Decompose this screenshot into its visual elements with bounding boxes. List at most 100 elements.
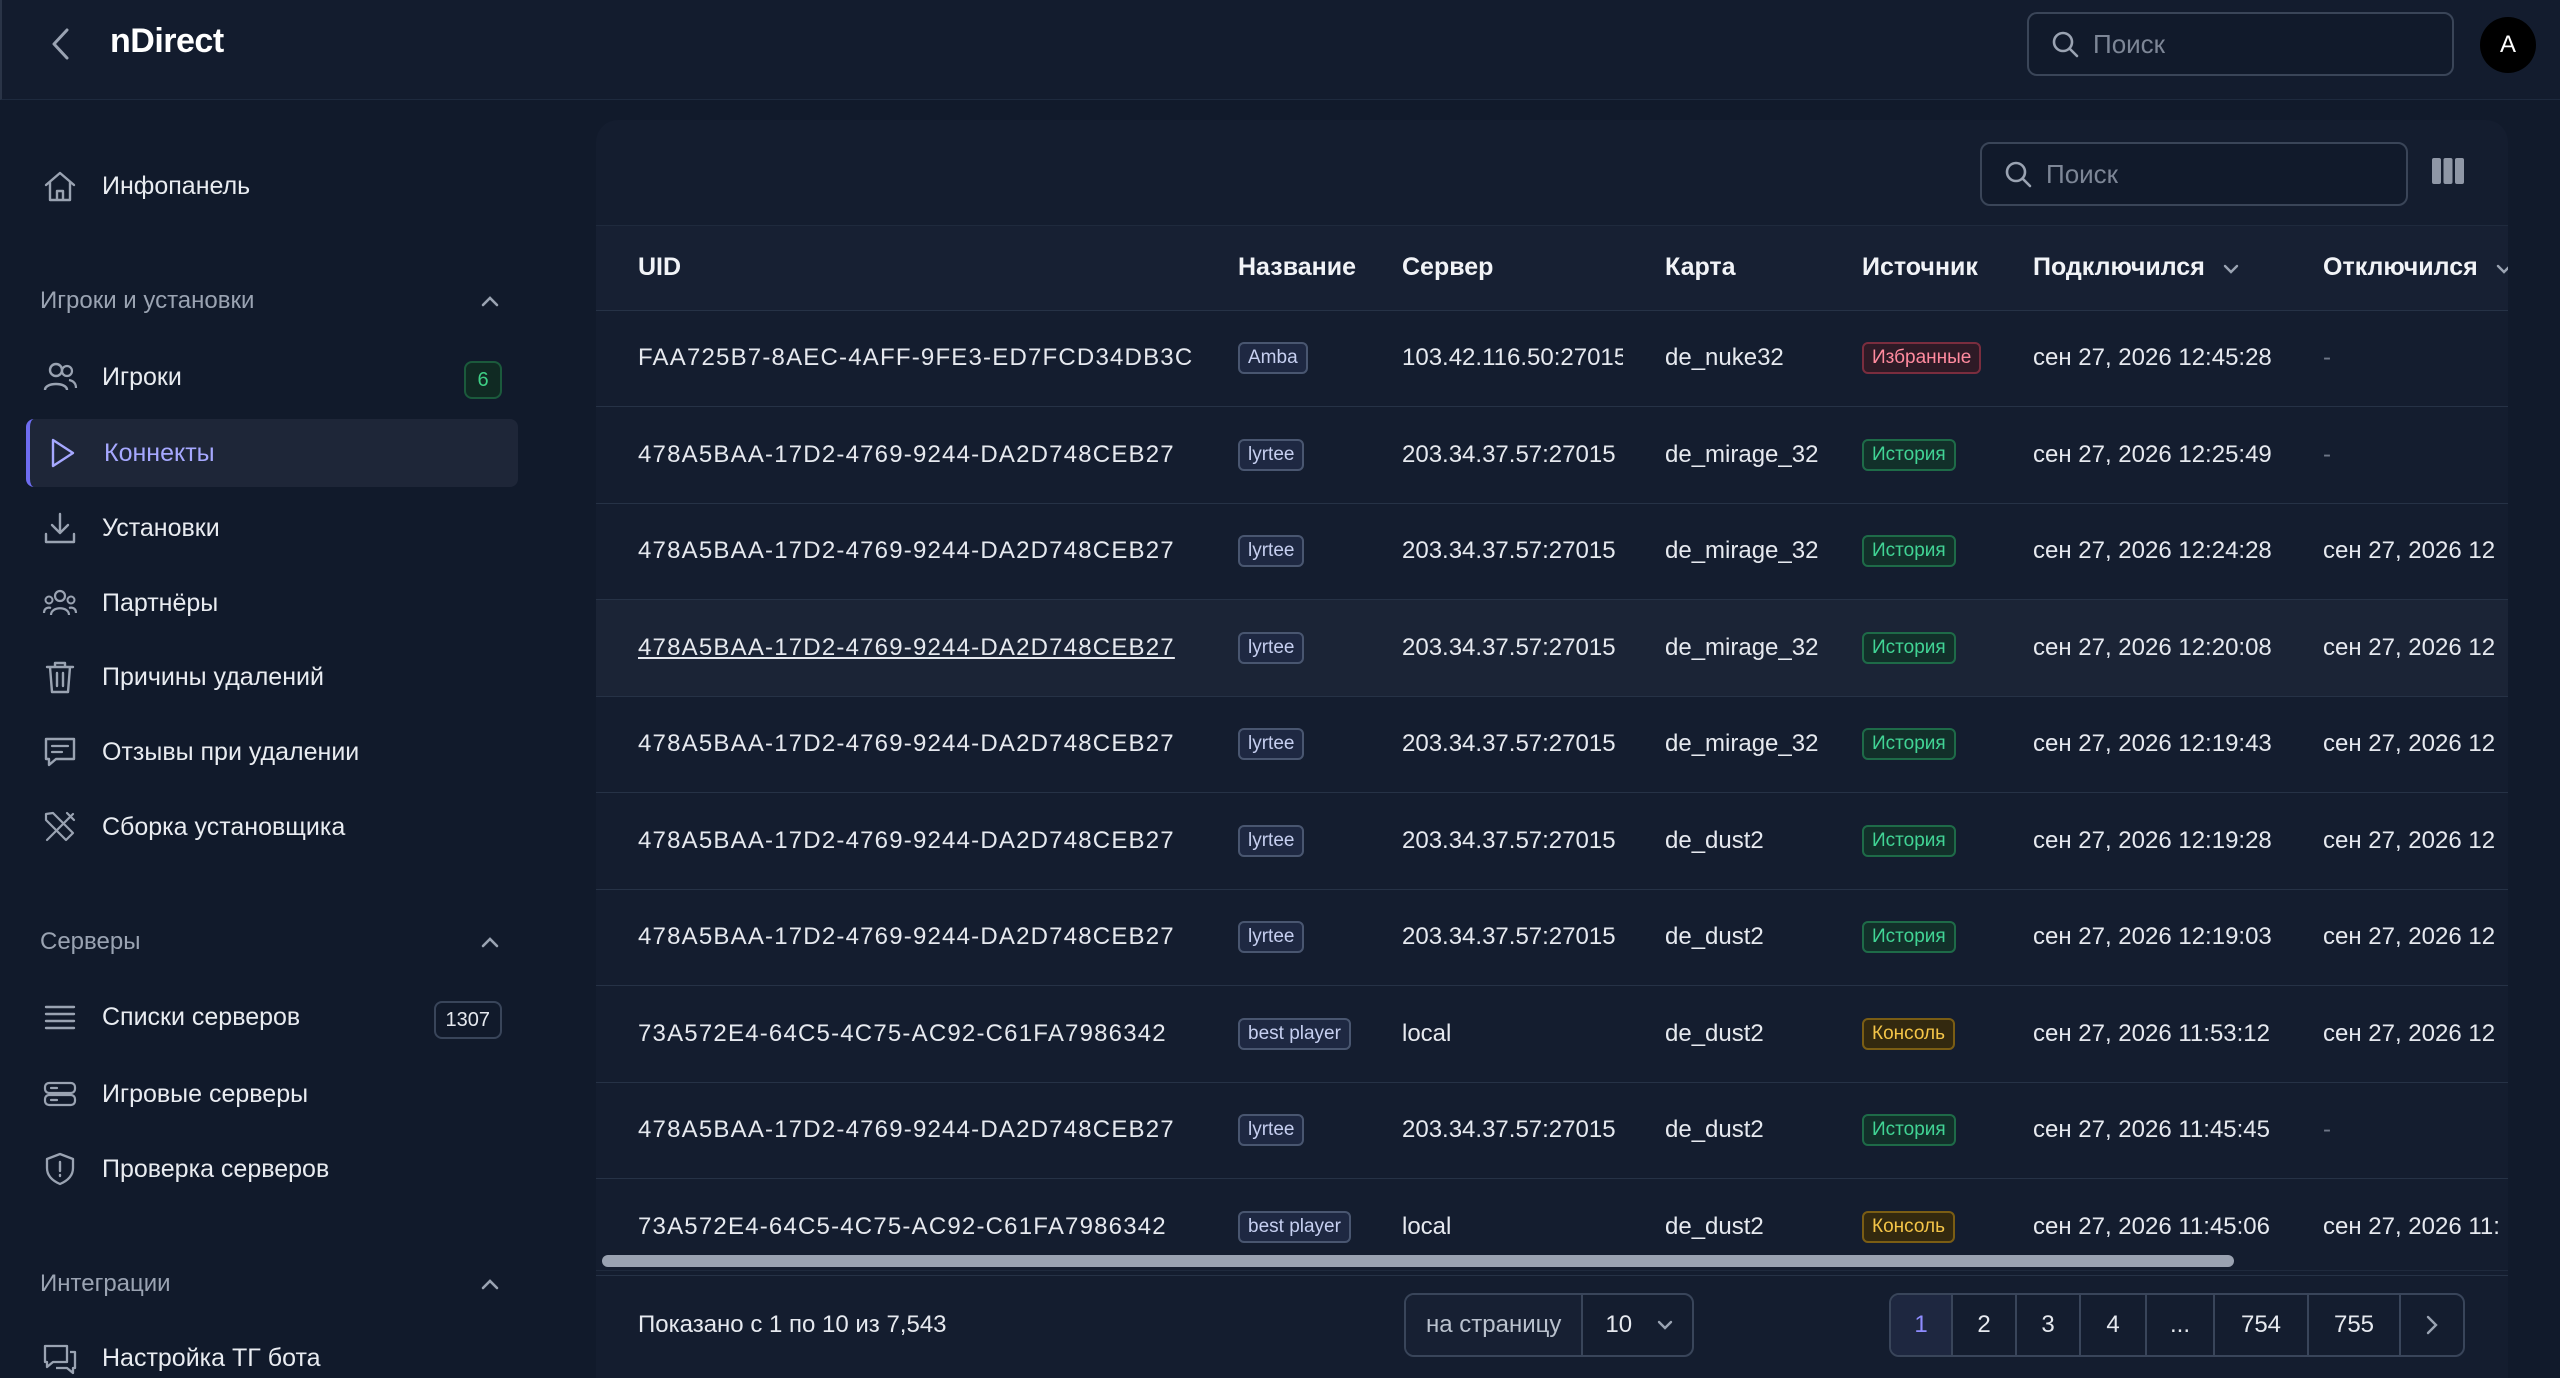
section-players-installs[interactable]: Игроки и установки bbox=[40, 281, 500, 321]
uid-text: 73A572E4-64C5-4C75-AC92-C61FA7986342 bbox=[638, 1019, 1167, 1047]
sidebar-item-partners[interactable]: Партнёры bbox=[28, 569, 518, 637]
column-header-uid[interactable]: UID bbox=[596, 226, 1196, 311]
uid-text: 73A572E4-64C5-4C75-AC92-C61FA7986342 bbox=[638, 1212, 1167, 1240]
app-title: nDirect bbox=[110, 22, 224, 60]
map-cell: de_mirage_32 bbox=[1623, 696, 1820, 793]
table-row[interactable]: 478A5BAA-17D2-4769-9244-DA2D748CEB27 lyrt… bbox=[596, 889, 2508, 986]
column-header-map[interactable]: Карта bbox=[1623, 226, 1820, 311]
column-header-connected[interactable]: Подключился bbox=[1991, 226, 2281, 311]
table-row[interactable]: 478A5BAA-17D2-4769-9244-DA2D748CEB27 lyrt… bbox=[596, 407, 2508, 504]
sidebar-item-delete-feedback[interactable]: Отзывы при удалении bbox=[28, 718, 518, 786]
source-badge: История bbox=[1862, 1114, 1956, 1147]
map-cell: de_dust2 bbox=[1623, 1082, 1820, 1179]
connects-table-card: UID Название Сервер Карта Источник Подкл… bbox=[596, 120, 2508, 1378]
map-text: de_mirage_32 bbox=[1665, 440, 1819, 468]
server-text: 203.34.37.57:27015 bbox=[1402, 537, 1616, 565]
disconnected-cell: - bbox=[2281, 310, 2508, 407]
per-page-select[interactable]: на страницу 10 bbox=[1404, 1293, 1694, 1357]
page-button-754[interactable]: 754 bbox=[2215, 1295, 2309, 1355]
play-icon bbox=[42, 433, 82, 473]
connected-cell: сен 27, 2026 11:53:12 bbox=[1991, 986, 2281, 1083]
per-page-value-box[interactable]: 10 bbox=[1583, 1295, 1692, 1355]
source-cell: История bbox=[1820, 503, 1991, 600]
player-name-tag: lyrtee bbox=[1238, 631, 1305, 664]
sidebar-item-server-check[interactable]: Проверка серверов bbox=[28, 1135, 518, 1203]
page-button-2[interactable]: 2 bbox=[1953, 1295, 2017, 1355]
disconnected-cell: - bbox=[2281, 407, 2508, 504]
table-row[interactable]: 478A5BAA-17D2-4769-9244-DA2D748CEB27 lyrt… bbox=[596, 696, 2508, 793]
uid-text: 478A5BAA-17D2-4769-9244-DA2D748CEB27 bbox=[638, 440, 1175, 468]
table-row[interactable]: 73A572E4-64C5-4C75-AC92-C61FA7986342 best… bbox=[596, 986, 2508, 1083]
server-text: 203.34.37.57:27015 bbox=[1402, 1116, 1616, 1144]
sidebar-item-label: Инфопанель bbox=[102, 171, 251, 200]
uid-text[interactable]: 478A5BAA-17D2-4769-9244-DA2D748CEB27 bbox=[638, 634, 1175, 661]
section-integrations[interactable]: Интеграции bbox=[40, 1264, 500, 1304]
column-header-source[interactable]: Источник bbox=[1820, 226, 1991, 311]
server-cell: 103.42.116.50:27015 bbox=[1360, 310, 1623, 407]
column-header-name[interactable]: Название bbox=[1196, 226, 1360, 311]
disconnected-cell: сен 27, 2026 12 bbox=[2281, 503, 2508, 600]
global-search[interactable] bbox=[2027, 12, 2454, 76]
table-row[interactable]: 478A5BAA-17D2-4769-9244-DA2D748CEB27 lyrt… bbox=[596, 1082, 2508, 1179]
back-button[interactable] bbox=[38, 22, 82, 66]
section-servers[interactable]: Серверы bbox=[40, 922, 500, 962]
server-text: 203.34.37.57:27015 bbox=[1402, 923, 1616, 951]
name-cell: lyrtee bbox=[1196, 503, 1360, 600]
map-text: de_nuke32 bbox=[1665, 344, 1784, 372]
connected-text: сен 27, 2026 11:45:06 bbox=[2033, 1212, 2270, 1240]
sidebar-item-tg-bot[interactable]: Настройка ТГ бота bbox=[28, 1324, 518, 1378]
table-row[interactable]: 478A5BAA-17D2-4769-9244-DA2D748CEB27 lyrt… bbox=[596, 793, 2508, 890]
server-icon bbox=[40, 1074, 80, 1114]
source-cell: Избранные bbox=[1820, 310, 1991, 407]
global-search-input[interactable] bbox=[2093, 28, 2413, 60]
table-search-input[interactable] bbox=[2046, 158, 2366, 190]
map-text: de_dust2 bbox=[1665, 923, 1764, 951]
page-button-4[interactable]: 4 bbox=[2081, 1295, 2147, 1355]
sidebar-item-installs[interactable]: Установки bbox=[28, 494, 518, 562]
disconnected-cell: сен 27, 2026 12 bbox=[2281, 986, 2508, 1083]
server-cell: 203.34.37.57:27015 bbox=[1360, 1082, 1623, 1179]
trash-icon bbox=[40, 657, 80, 697]
sidebar-item-server-lists[interactable]: Списки серверов 1307 bbox=[28, 983, 518, 1051]
table-row[interactable]: FAA725B7-8AEC-4AFF-9FE3-ED7FCD34DB3C Amba… bbox=[596, 310, 2508, 407]
column-header-disconnected[interactable]: Отключился bbox=[2281, 226, 2508, 311]
avatar[interactable]: A bbox=[2480, 17, 2536, 73]
server-text: 203.34.37.57:27015 bbox=[1402, 440, 1616, 468]
home-icon bbox=[40, 166, 80, 206]
uid-cell: FAA725B7-8AEC-4AFF-9FE3-ED7FCD34DB3C bbox=[596, 310, 1196, 407]
sidebar-item-delete-reasons[interactable]: Причины удалений bbox=[28, 643, 518, 711]
uid-cell: 478A5BAA-17D2-4769-9244-DA2D748CEB27 bbox=[596, 793, 1196, 890]
player-name-tag: lyrtee bbox=[1238, 535, 1305, 568]
page-button-3[interactable]: 3 bbox=[2017, 1295, 2081, 1355]
uid-text: 478A5BAA-17D2-4769-9244-DA2D748CEB27 bbox=[638, 537, 1175, 565]
count-badge: 1307 bbox=[433, 1001, 502, 1039]
chevron-up-icon bbox=[481, 1279, 499, 1290]
disconnected-text: сен 27, 2026 12 bbox=[2323, 730, 2496, 758]
page-button-1[interactable]: 1 bbox=[1891, 1295, 1953, 1355]
columns-icon[interactable] bbox=[2430, 156, 2466, 186]
table-search[interactable] bbox=[1980, 142, 2408, 206]
connected-cell: сен 27, 2026 12:24:28 bbox=[1991, 503, 2281, 600]
sidebar-item-players[interactable]: Игроки 6 bbox=[28, 343, 518, 411]
name-cell: lyrtee bbox=[1196, 889, 1360, 986]
map-text: de_mirage_32 bbox=[1665, 537, 1819, 565]
column-header-label: Подключился bbox=[2033, 253, 2205, 282]
table-row[interactable]: 478A5BAA-17D2-4769-9244-DA2D748CEB27 lyrt… bbox=[596, 503, 2508, 600]
map-text: de_dust2 bbox=[1665, 1212, 1764, 1240]
chevron-left-icon bbox=[52, 28, 69, 60]
server-text: local bbox=[1402, 1019, 1452, 1047]
table-row[interactable]: 478A5BAA-17D2-4769-9244-DA2D748CEB27 lyrt… bbox=[596, 599, 2508, 697]
sidebar-item-dashboard[interactable]: Инфопанель bbox=[28, 152, 518, 220]
disconnected-cell: сен 27, 2026 12 bbox=[2281, 600, 2508, 697]
connects-table: UID Название Сервер Карта Источник Подкл… bbox=[596, 226, 2508, 1276]
sidebar-item-connects[interactable]: Коннекты bbox=[26, 419, 518, 487]
sidebar-item-game-servers[interactable]: Игровые серверы bbox=[28, 1060, 518, 1128]
pagination: 1 2 3 4 ... 754 755 bbox=[1889, 1293, 2465, 1357]
per-page-label: на страницу bbox=[1406, 1295, 1584, 1355]
column-header-server[interactable]: Сервер bbox=[1360, 226, 1623, 311]
next-page-button[interactable] bbox=[2401, 1295, 2463, 1355]
disconnected-cell: сен 27, 2026 12 bbox=[2281, 793, 2508, 890]
page-button-755[interactable]: 755 bbox=[2309, 1295, 2401, 1355]
sidebar-item-installer-build[interactable]: Сборка установщика bbox=[28, 793, 518, 861]
horizontal-scrollbar[interactable] bbox=[602, 1255, 2234, 1267]
